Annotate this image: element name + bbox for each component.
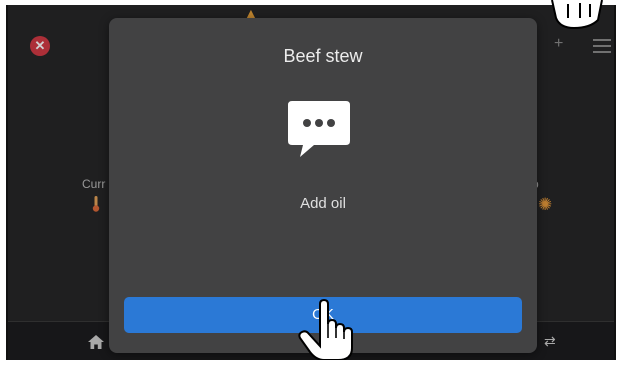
hand-pointer-icon <box>551 0 603 30</box>
dialog-message: Add oil <box>300 195 346 212</box>
hand-pointer-icon <box>298 298 353 360</box>
dialog-title: Beef stew <box>283 46 363 66</box>
chat-bubble-icon <box>288 101 350 157</box>
